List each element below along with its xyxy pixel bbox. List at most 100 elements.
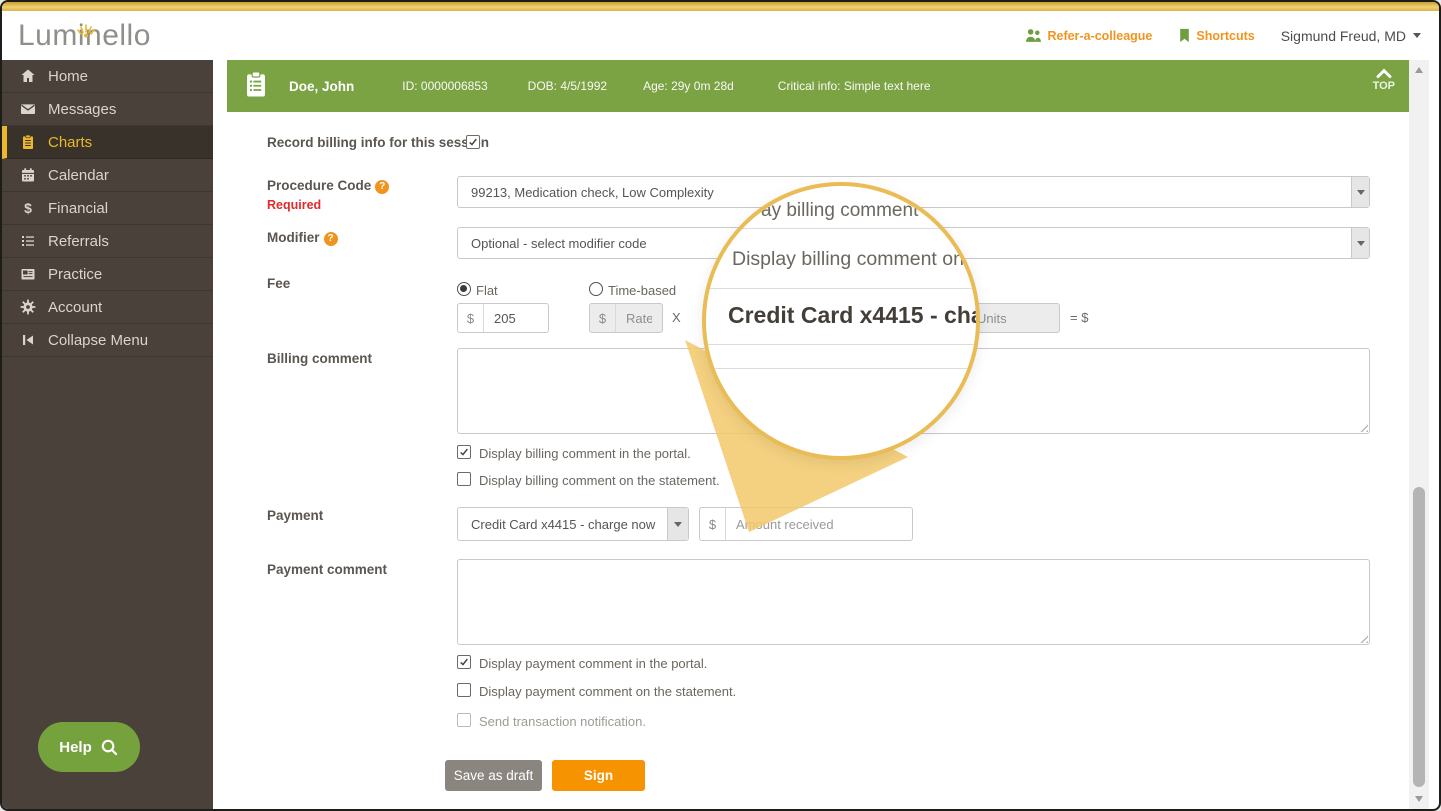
scrollbar-up-arrow[interactable] [1409, 62, 1429, 78]
shortcuts-label: Shortcuts [1196, 29, 1254, 43]
scrollbar-down-arrow[interactable] [1409, 791, 1429, 807]
billing-portal-label: Display billing comment in the portal. [479, 446, 691, 461]
sidebar-item-account[interactable]: Account [2, 291, 213, 324]
scrollbar[interactable] [1409, 60, 1429, 809]
gear-icon [20, 299, 36, 315]
payment-comment-textarea[interactable] [457, 559, 1370, 645]
shortcuts-link[interactable]: Shortcuts [1178, 28, 1254, 43]
transaction-notification-checkbox [457, 713, 471, 727]
sidebar-item-label: Home [48, 68, 88, 85]
payment-portal-checkbox[interactable] [457, 655, 471, 669]
patient-age: Age: 29y 0m 28d [643, 79, 734, 93]
equals-label: = $ [1070, 310, 1088, 325]
record-billing-label: Record billing info for this session [267, 135, 489, 150]
payment-method-value: Credit Card x4415 - charge now [458, 517, 667, 532]
payment-method-select[interactable]: Credit Card x4415 - charge now [457, 507, 689, 541]
user-menu[interactable]: Sigmund Freud, MD [1281, 28, 1421, 44]
billing-portal-checkbox[interactable] [457, 445, 471, 459]
sidebar-item-label: Charts [48, 134, 92, 151]
procedure-code-label: Procedure Code? [267, 178, 389, 194]
fee-flat-radio[interactable] [457, 282, 471, 296]
sidebar-item-financial[interactable]: $ Financial [2, 192, 213, 225]
clipboard-icon [20, 134, 36, 150]
header-actions: Refer-a-colleague Shortcuts Sigmund Freu… [1025, 11, 1421, 60]
dollar-icon: $ [20, 200, 36, 216]
fee-label: Fee [267, 276, 290, 291]
sidebar-item-practice[interactable]: Practice [2, 258, 213, 291]
newspaper-icon [20, 266, 36, 282]
payment-portal-label: Display payment comment in the portal. [479, 656, 707, 671]
sign-button[interactable]: Sign [552, 760, 645, 791]
procedure-code-label-text: Procedure Code [267, 178, 371, 193]
users-icon [1025, 28, 1042, 43]
sidebar-item-label: Calendar [48, 167, 109, 184]
chevron-down-icon [1413, 33, 1421, 38]
refer-a-colleague-link[interactable]: Refer-a-colleague [1025, 28, 1152, 43]
amount-received-input[interactable] [726, 508, 912, 540]
app-header: Luminello Refer-a-colleague [2, 11, 1439, 60]
currency-symbol: $ [590, 304, 616, 332]
help-button[interactable]: Help [38, 722, 140, 772]
chevron-up-icon [1374, 67, 1394, 79]
flat-fee-input[interactable] [484, 304, 548, 332]
chevron-down-icon[interactable] [1351, 228, 1369, 258]
collapse-icon [20, 332, 36, 348]
scroll-to-top-button[interactable]: TOP [1373, 67, 1395, 92]
sidebar-item-messages[interactable]: Messages [2, 93, 213, 126]
patient-clipboard-icon [243, 70, 269, 103]
fee-time-based-radio[interactable] [589, 282, 603, 296]
fee-flat-label: Flat [476, 283, 498, 298]
home-icon [20, 68, 36, 84]
sidebar: Home Messages Charts Calendar $ Financia… [2, 60, 213, 809]
amount-received-group: $ [699, 507, 913, 541]
patient-name[interactable]: Doe, John [289, 79, 354, 94]
logo[interactable]: Luminello [18, 19, 151, 53]
payment-statement-checkbox[interactable] [457, 683, 471, 697]
patient-banner: Doe, John ID: 0000006853 DOB: 4/5/1992 A… [227, 60, 1409, 112]
save-as-draft-button[interactable]: Save as draft [445, 760, 542, 791]
logo-sunburst-icon [75, 12, 97, 46]
modifier-label: Modifier? [267, 230, 338, 246]
transaction-notification-label: Send transaction notification. [479, 714, 646, 729]
sidebar-item-label: Referrals [48, 233, 109, 250]
magnified-border-line [706, 344, 976, 345]
magnifier-overlay: ay billing comment . Display billing com… [702, 182, 980, 460]
scrollbar-thumb[interactable] [1413, 487, 1425, 787]
sidebar-item-home[interactable]: Home [2, 60, 213, 93]
magnified-border-line [706, 228, 976, 229]
svg-text:$: $ [24, 200, 32, 216]
payment-comment-label: Payment comment [267, 562, 387, 577]
billing-statement-label: Display billing comment on the statement… [479, 473, 720, 488]
patient-dob: DOB: 4/5/1992 [528, 79, 607, 93]
refer-a-colleague-label: Refer-a-colleague [1047, 29, 1152, 43]
chevron-down-icon[interactable] [667, 508, 688, 540]
app-window: Luminello Refer-a-colleague [0, 0, 1441, 811]
magnified-text-2: Display billing comment on th [732, 248, 980, 271]
magnified-border-line [706, 288, 976, 289]
sidebar-item-label: Collapse Menu [48, 332, 148, 349]
envelope-icon [20, 101, 36, 117]
sidebar-item-charts[interactable]: Charts [2, 126, 213, 159]
calendar-icon [20, 167, 36, 183]
flat-fee-input-group: $ [457, 303, 549, 333]
magnified-text-1: ay billing comment . [761, 200, 929, 222]
chevron-down-icon[interactable] [1351, 177, 1369, 207]
question-icon[interactable]: ? [324, 232, 338, 246]
list-icon [20, 233, 36, 249]
required-label: Required [267, 198, 321, 212]
sidebar-item-label: Messages [48, 101, 116, 118]
sidebar-item-label: Account [48, 299, 102, 316]
patient-critical-info: Critical info: Simple text here [778, 79, 931, 93]
sidebar-item-label: Practice [48, 266, 102, 283]
payment-label: Payment [267, 508, 323, 523]
record-billing-checkbox[interactable] [466, 135, 480, 149]
billing-statement-checkbox[interactable] [457, 472, 471, 486]
magnified-highlight-text: Credit Card x4415 - charge now [728, 302, 980, 329]
modifier-label-text: Modifier [267, 230, 320, 245]
top-label: TOP [1373, 80, 1395, 92]
sidebar-item-calendar[interactable]: Calendar [2, 159, 213, 192]
payment-statement-label: Display payment comment on the statement… [479, 684, 736, 699]
sidebar-item-referrals[interactable]: Referrals [2, 225, 213, 258]
sidebar-item-collapse-menu[interactable]: Collapse Menu [2, 324, 213, 357]
question-icon[interactable]: ? [375, 180, 389, 194]
